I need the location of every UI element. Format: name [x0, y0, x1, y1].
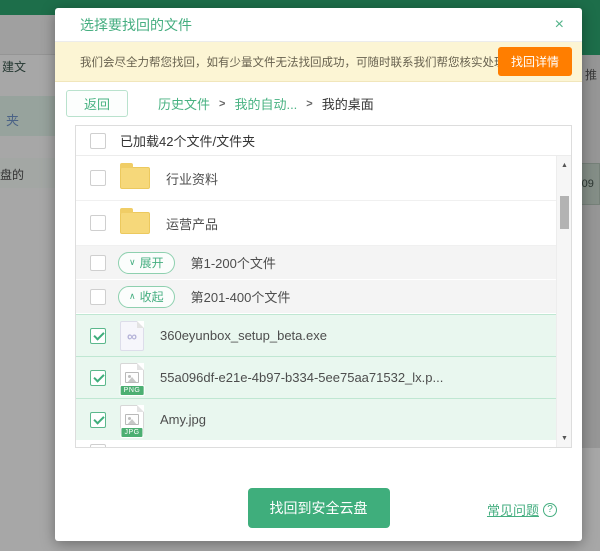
row-label: Amy.jpg — [160, 412, 206, 427]
list-header-row: 已加载42个文件/文件夹 — [76, 126, 571, 156]
file-type-badge: PNG — [120, 385, 145, 396]
loaded-count-label: 已加载42个文件/文件夹 — [120, 131, 255, 150]
chevron-down-icon: ∨ — [129, 258, 136, 267]
image-glyph — [125, 414, 139, 425]
scrollbar-thumb[interactable] — [560, 196, 569, 229]
back-button[interactable]: 返回 — [66, 90, 128, 117]
file-type-badge: JPG — [120, 427, 143, 438]
collapse-button[interactable]: ∧ 收起 — [118, 286, 175, 308]
breadcrumb-toolbar: 返回 历史文件 > 我的自动... > 我的桌面 — [55, 82, 582, 125]
list-row-folder[interactable]: 运营产品 — [76, 201, 556, 246]
row-label: 第1-200个文件 — [191, 253, 276, 272]
row-label: 55a096df-e21e-4b97-b334-5ee75aa71532_lx.… — [160, 370, 443, 385]
select-all-checkbox[interactable] — [90, 133, 106, 149]
breadcrumb-item-history[interactable]: 历史文件 — [158, 94, 210, 113]
list-row-file[interactable]: PNG 55a096df-e21e-4b97-b334-5ee75aa71532… — [76, 356, 556, 398]
row-checkbox[interactable] — [90, 444, 106, 447]
folder-icon — [120, 212, 150, 234]
expand-button[interactable]: ∨ 展开 — [118, 252, 175, 274]
expand-label: 展开 — [140, 254, 164, 271]
list-row-group[interactable]: ∧ 收起 第201-400个文件 — [76, 280, 556, 314]
row-checkbox[interactable] — [90, 289, 106, 305]
row-checkbox[interactable] — [90, 215, 106, 231]
notice-bar: 我们会尽全力帮您找回，如有少量文件无法找回成功，可随时联系我们帮您核实处理。 找… — [55, 42, 582, 82]
close-icon[interactable]: × — [555, 17, 564, 33]
row-label: 行业资料 — [166, 169, 218, 188]
breadcrumb: 历史文件 > 我的自动... > 我的桌面 — [158, 94, 374, 113]
list-row-partial — [76, 440, 556, 447]
breadcrumb-item-auto[interactable]: 我的自动... — [234, 94, 297, 113]
image-glyph — [125, 372, 139, 383]
breadcrumb-separator: > — [219, 98, 225, 110]
row-checkbox[interactable] — [90, 170, 106, 186]
recover-files-dialog: 选择要找回的文件 × 我们会尽全力帮您找回，如有少量文件无法找回成功，可随时联系… — [55, 8, 582, 541]
dialog-footer: 找回到安全云盘 常见问题 ? — [55, 448, 582, 541]
screen: 建文 夹 盘的 推 -09 选择要找回的文件 × 我们会尽全力帮您找回，如有少量… — [0, 0, 600, 551]
list-scroll-area: 行业资料 运营产品 ∨ 展开 第1-200个文件 — [76, 156, 571, 447]
row-checkbox-checked[interactable] — [90, 328, 106, 344]
breadcrumb-item-desktop: 我的桌面 — [322, 94, 374, 113]
row-label: 360eyunbox_setup_beta.exe — [160, 328, 327, 343]
dialog-title: 选择要找回的文件 — [80, 15, 192, 35]
row-label: 运营产品 — [166, 214, 218, 233]
image-file-icon: PNG — [120, 363, 144, 393]
list-row-group[interactable]: ∨ 展开 第1-200个文件 — [76, 246, 556, 280]
unknown-file-icon: ∞ — [120, 321, 144, 351]
row-label: 第201-400个文件 — [191, 287, 291, 306]
breadcrumb-separator: > — [306, 98, 312, 110]
list-row-folder[interactable]: 行业资料 — [76, 156, 556, 201]
list-row-file[interactable]: ∞ 360eyunbox_setup_beta.exe — [76, 314, 556, 356]
collapse-label: 收起 — [140, 288, 164, 305]
scroll-down-icon[interactable]: ▼ — [557, 431, 571, 445]
folder-icon — [120, 167, 150, 189]
list-row-file[interactable]: JPG Amy.jpg — [76, 398, 556, 440]
dialog-header: 选择要找回的文件 × — [55, 8, 582, 42]
scrollbar[interactable]: ▲ ▼ — [556, 156, 571, 447]
recover-details-button[interactable]: 找回详情 — [498, 47, 572, 76]
row-checkbox[interactable] — [90, 255, 106, 271]
image-file-icon: JPG — [120, 405, 144, 435]
question-circle-icon: ? — [543, 503, 557, 517]
row-checkbox-checked[interactable] — [90, 370, 106, 386]
chevron-up-icon: ∧ — [129, 292, 136, 301]
file-list: 已加载42个文件/文件夹 行业资料 运营产品 — [75, 125, 572, 448]
recover-to-cloud-button[interactable]: 找回到安全云盘 — [248, 488, 390, 528]
row-checkbox-checked[interactable] — [90, 412, 106, 428]
notice-text: 我们会尽全力帮您找回，如有少量文件无法找回成功，可随时联系我们帮您核实处理。 — [80, 54, 498, 70]
scroll-up-icon[interactable]: ▲ — [557, 158, 571, 172]
faq-link[interactable]: 常见问题 ? — [487, 500, 557, 519]
